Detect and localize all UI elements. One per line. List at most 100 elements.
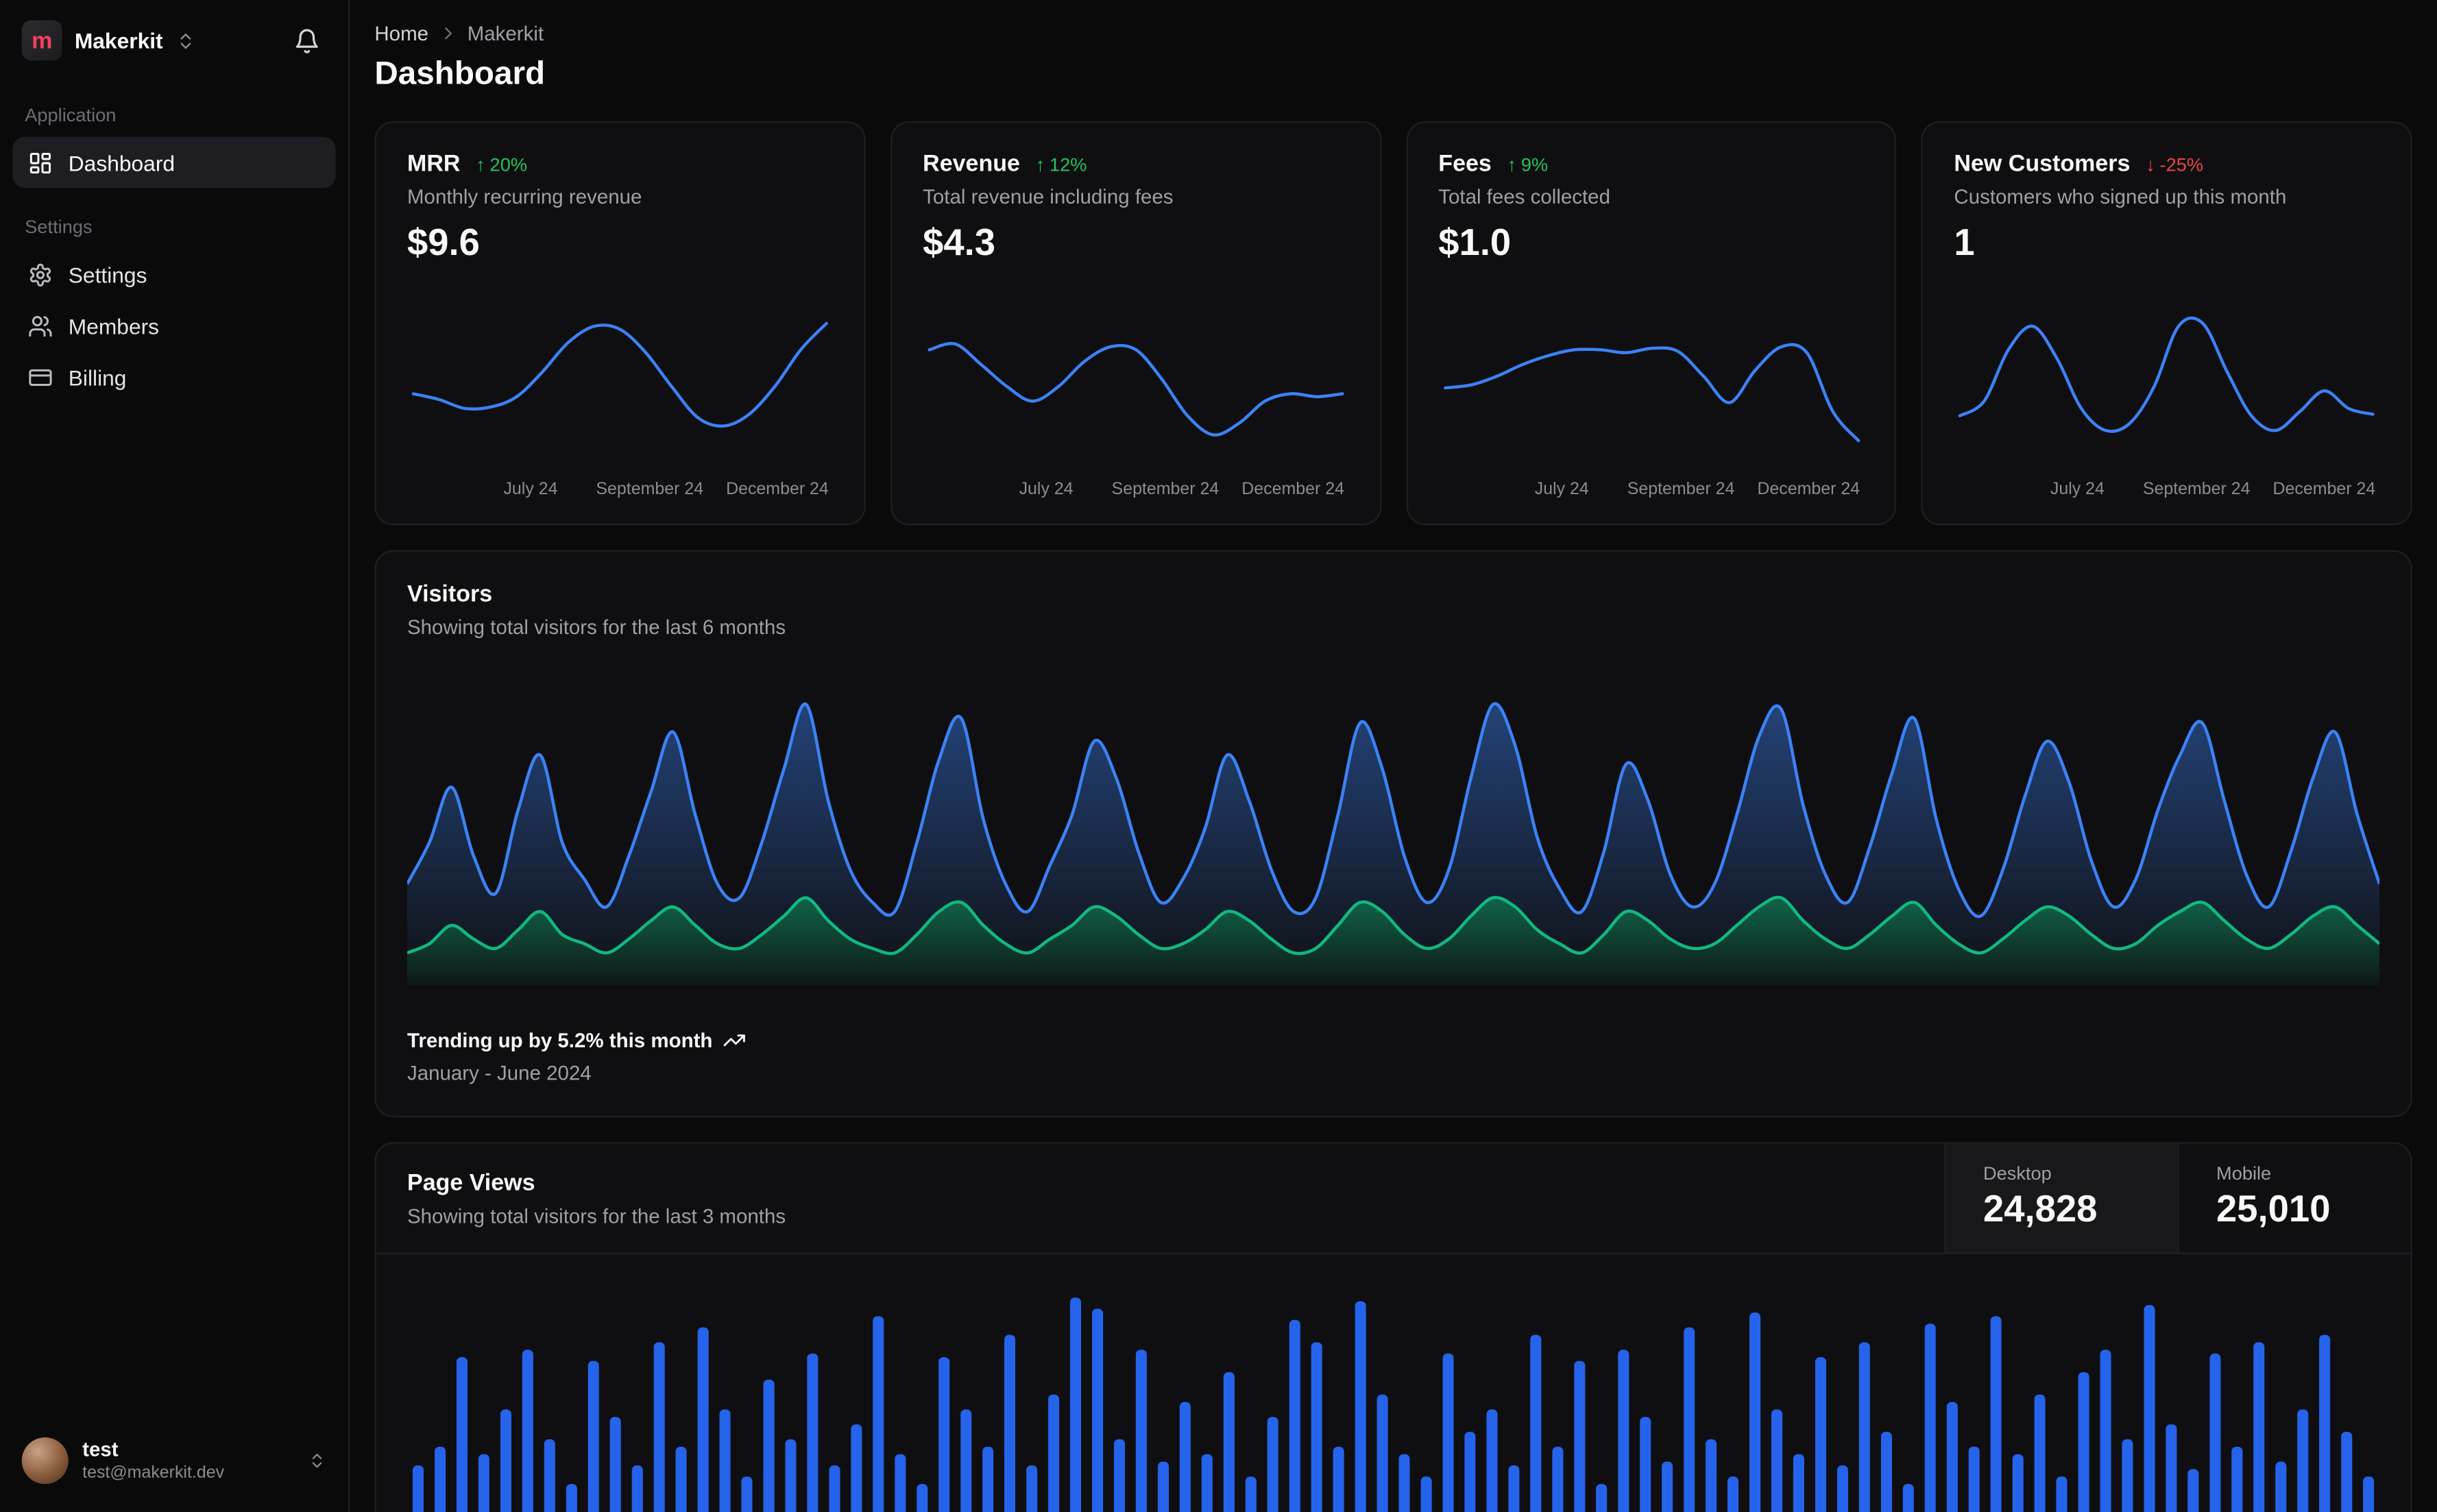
user-name: test <box>82 1437 119 1461</box>
stat-label: Mobile <box>2216 1162 2272 1184</box>
metric-title: Fees <box>1438 150 1492 178</box>
new-customers-sparkline-chart <box>1959 316 2375 433</box>
user-email: test@makerkit.dev <box>82 1463 225 1483</box>
sidebar-item-settings[interactable]: Settings <box>12 249 336 300</box>
x-tick: December 24 <box>2272 480 2376 499</box>
metric-title: MRR <box>407 150 461 178</box>
stat-label: Desktop <box>1983 1162 2052 1184</box>
x-axis-labels: July 24 September 24 December 24 <box>1954 480 2379 502</box>
x-tick: July 24 <box>503 480 558 499</box>
chevrons-up-down-icon <box>175 30 195 50</box>
user-info: test test@makerkit.dev <box>82 1437 224 1484</box>
metric-subtitle: Total fees collected <box>1438 184 1610 208</box>
sidebar-item-members[interactable]: Members <box>12 300 336 352</box>
mrr-sparkline-chart <box>411 321 828 428</box>
metric-card-new-customers: New Customers ↓ -25% Customers who signed… <box>1921 121 2412 526</box>
trend-value: 20% <box>489 153 528 175</box>
x-tick: September 24 <box>1627 480 1735 499</box>
x-axis-labels: July 24 September 24 December 24 <box>407 480 833 502</box>
revenue-sparkline-chart <box>927 341 1344 437</box>
x-tick: September 24 <box>596 480 704 499</box>
metric-title: New Customers <box>1954 150 2131 178</box>
trend-text: Trending up by 5.2% this month <box>407 1028 713 1052</box>
x-tick: September 24 <box>1111 480 1220 499</box>
x-tick: July 24 <box>1019 480 1074 499</box>
x-tick: September 24 <box>2142 480 2251 499</box>
trend-badge: ↑ 9% <box>1507 153 1549 175</box>
x-tick: July 24 <box>1534 480 1589 499</box>
stat-value: 25,010 <box>2216 1188 2331 1231</box>
avatar <box>21 1437 69 1485</box>
trending-up-icon <box>723 1029 747 1052</box>
metric-subtitle: Monthly recurring revenue <box>407 184 642 208</box>
visitors-footer: Trending up by 5.2% this month January -… <box>407 1029 2379 1085</box>
metric-cards-row: MRR ↑ 20% Monthly recurring revenue $9.6 … <box>374 121 2412 526</box>
sidebar-nav: Application Dashboard Settings Settings … <box>0 76 348 402</box>
arrow-up-icon: ↑ <box>1507 153 1517 175</box>
x-axis-labels: July 24 September 24 December 24 <box>1438 480 1864 502</box>
metric-value: $9.6 <box>407 222 480 265</box>
fees-sparkline-chart <box>1443 343 1860 443</box>
date-range: January - June 2024 <box>407 1061 592 1085</box>
metric-title: Revenue <box>923 150 1020 178</box>
visitors-card: Visitors Showing total visitors for the … <box>374 550 2412 1118</box>
metric-value: $1.0 <box>1438 222 1512 265</box>
sidebar-item-label: Dashboard <box>68 149 175 175</box>
x-tick: December 24 <box>1757 480 1860 499</box>
page-title: Dashboard <box>374 56 546 92</box>
logo-letter: m <box>32 27 53 54</box>
sidebar-item-label: Members <box>68 313 160 339</box>
breadcrumb-current: Makerkit <box>467 21 544 45</box>
stat-toggle-desktop[interactable]: Desktop 24,828 <box>1944 1143 2178 1253</box>
arrow-up-icon: ↑ <box>476 153 485 175</box>
stat-toggle-mobile[interactable]: Mobile 25,010 <box>2177 1143 2410 1253</box>
metric-value: 1 <box>1954 222 1975 265</box>
page-views-subtitle: Showing total visitors for the last 3 mo… <box>407 1204 786 1228</box>
metric-value: $4.3 <box>923 222 996 265</box>
sidebar-item-label: Settings <box>68 262 147 287</box>
trend-badge: ↑ 20% <box>476 153 527 175</box>
gear-icon <box>28 262 53 286</box>
app-root: m Makerkit Application Dashboard Setting… <box>0 0 2437 1512</box>
main-content: Home Makerkit Dashboard MRR ↑ 20% Monthly… <box>350 0 2437 1512</box>
x-axis-labels: July 24 September 24 December 24 <box>923 480 1348 502</box>
metric-card-mrr: MRR ↑ 20% Monthly recurring revenue $9.6 … <box>374 121 866 526</box>
page-views-title: Page Views <box>407 1170 535 1197</box>
credit-card-icon <box>28 365 53 389</box>
dashboard-icon <box>28 150 53 175</box>
x-tick: July 24 <box>2050 480 2105 499</box>
metric-subtitle: Total revenue including fees <box>923 184 1174 208</box>
sidebar-item-billing[interactable]: Billing <box>12 351 336 402</box>
metric-card-fees: Fees ↑ 9% Total fees collected $1.0 July … <box>1405 121 1897 526</box>
trend-value: -25% <box>2159 153 2204 175</box>
visitors-subtitle: Showing total visitors for the last 6 mo… <box>407 615 786 639</box>
section-label-settings: Settings <box>25 216 93 238</box>
notifications-button[interactable] <box>287 21 326 60</box>
sidebar-item-label: Billing <box>68 364 127 389</box>
chevron-right-icon <box>438 23 458 43</box>
x-tick: December 24 <box>726 480 829 499</box>
user-menu[interactable]: test test@makerkit.dev <box>12 1425 336 1496</box>
trend-badge: ↓ -25% <box>2146 153 2203 175</box>
chevrons-up-down-icon <box>308 1452 326 1470</box>
visitors-area-chart <box>407 702 2380 986</box>
bell-icon <box>294 27 321 54</box>
page-views-card: Page Views Showing total visitors for th… <box>374 1142 2412 1512</box>
arrow-down-icon: ↓ <box>2146 153 2155 175</box>
breadcrumb: Home Makerkit <box>374 22 2412 45</box>
users-icon <box>28 313 53 338</box>
page-views-bar-chart <box>412 1297 2375 1512</box>
metric-card-revenue: Revenue ↑ 12% Total revenue including fee… <box>890 121 1381 526</box>
makerkit-logo-icon: m <box>21 20 62 61</box>
section-label-application: Application <box>25 103 117 126</box>
breadcrumb-home-link[interactable]: Home <box>374 22 428 45</box>
workspace-name: Makerkit <box>74 27 163 53</box>
visitors-title: Visitors <box>407 581 493 608</box>
sidebar-item-dashboard[interactable]: Dashboard <box>12 136 336 188</box>
workspace-switcher[interactable]: m Makerkit <box>0 0 348 76</box>
trend-value: 9% <box>1520 153 1549 175</box>
sidebar: m Makerkit Application Dashboard Setting… <box>0 0 350 1512</box>
arrow-up-icon: ↑ <box>1035 153 1045 175</box>
metric-subtitle: Customers who signed up this month <box>1954 184 2287 208</box>
trend-value: 12% <box>1049 153 1087 175</box>
